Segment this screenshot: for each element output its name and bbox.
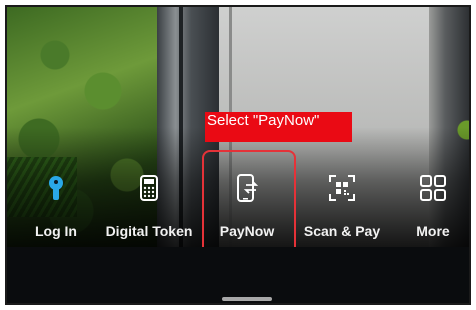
login-label: Log In: [35, 223, 77, 239]
grid-icon: [420, 175, 446, 201]
phone-screen: Select "PayNow" Log In Digital Token Pay…: [5, 5, 471, 305]
digital-token-button[interactable]: Digital Token: [99, 167, 199, 247]
home-indicator[interactable]: [222, 297, 272, 301]
qr-scan-icon: [329, 175, 355, 201]
digital-token-label: Digital Token: [105, 223, 193, 239]
more-button[interactable]: More: [405, 167, 461, 247]
keyhole-icon: [49, 176, 63, 200]
paynow-highlight-box: [202, 150, 296, 258]
scan-and-pay-label: Scan & Pay: [303, 223, 381, 239]
more-label: More: [416, 223, 450, 239]
instruction-callout: Select "PayNow": [205, 112, 352, 142]
login-button[interactable]: Log In: [25, 167, 87, 247]
scan-and-pay-button[interactable]: Scan & Pay: [297, 167, 387, 247]
bottom-bar: [7, 247, 469, 303]
token-device-icon: [140, 175, 158, 201]
